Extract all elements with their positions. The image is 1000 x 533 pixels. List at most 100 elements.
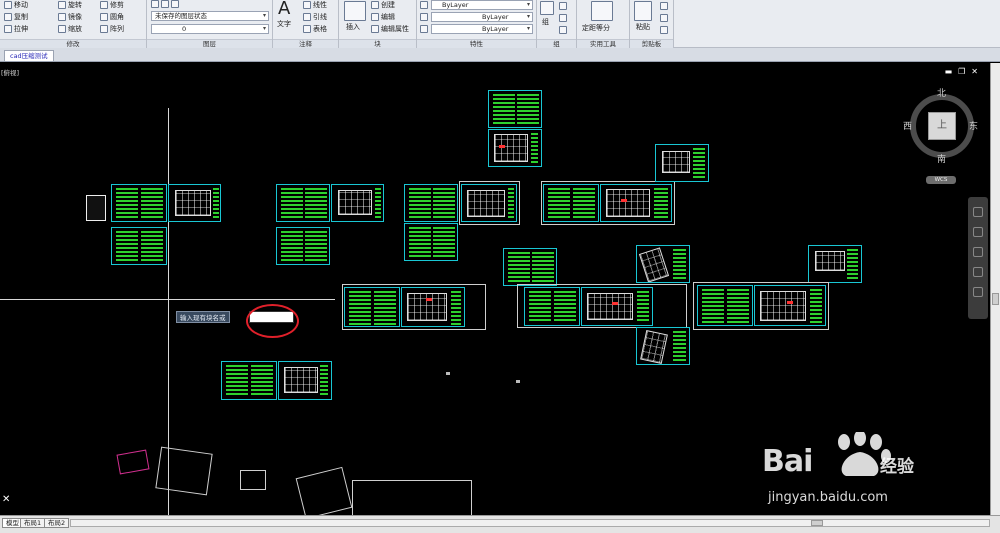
drawing-sheet[interactable] (276, 184, 330, 222)
drawing-sheet[interactable] (168, 184, 221, 222)
properties-panel-title[interactable]: 特性 (417, 39, 536, 48)
north-label[interactable]: 北 (937, 86, 946, 99)
table-tool[interactable]: 表格 (303, 24, 327, 34)
vertical-scrollbar[interactable] (990, 63, 1000, 515)
fillet-tool[interactable]: 圆角 (100, 12, 124, 22)
ungroup-icon[interactable] (559, 2, 567, 10)
drawing-sheet[interactable] (697, 285, 753, 326)
match-properties-icon[interactable] (420, 1, 428, 9)
drawing-sheet[interactable] (543, 184, 599, 222)
trim-tool[interactable]: 修剪 (100, 0, 124, 10)
annotation-panel-title[interactable]: 注释 (273, 39, 338, 48)
horizontal-scrollbar[interactable] (70, 519, 990, 527)
insert-block-icon[interactable] (344, 1, 366, 21)
south-label[interactable]: 南 (937, 152, 946, 165)
color-select[interactable]: ByLayer (431, 0, 533, 10)
west-label[interactable]: 西 (903, 119, 912, 132)
divide-label[interactable]: 定距等分 (582, 23, 610, 33)
document-tab[interactable]: cad压缩测试 (4, 50, 54, 61)
vertical-scroll-thumb[interactable] (992, 293, 999, 305)
drawing-sheet[interactable] (344, 287, 400, 327)
drawing-sheet[interactable] (488, 90, 542, 128)
drawing-sheet[interactable] (111, 184, 167, 222)
group-label[interactable]: 组 (542, 17, 549, 27)
layer-state-select[interactable]: 未保存的图层状态 (151, 11, 269, 21)
drawing-sheet[interactable] (404, 184, 458, 222)
tab-layout2[interactable]: 布局2 (44, 518, 70, 528)
drawing-sheet[interactable] (488, 129, 542, 167)
title-block[interactable] (86, 195, 106, 221)
mirror-tool[interactable]: 镜像 (58, 12, 82, 22)
group-panel-title[interactable]: 组 (537, 39, 576, 48)
edit-block-tool[interactable]: 编辑 (371, 12, 395, 22)
layer-isolate-icon[interactable] (171, 0, 179, 8)
drawing-sheet[interactable] (808, 245, 862, 283)
orbit-icon[interactable] (973, 267, 983, 277)
site-sketch[interactable] (240, 470, 266, 490)
layer-properties-icon[interactable] (151, 0, 159, 8)
drawing-sheet[interactable] (221, 361, 277, 400)
drawing-sheet[interactable] (401, 287, 465, 327)
leader-tool[interactable]: 引线 (303, 12, 327, 22)
east-label[interactable]: 东 (969, 119, 978, 132)
copy-clip-icon[interactable] (660, 14, 668, 22)
text-icon[interactable]: A (278, 0, 290, 18)
text-button-label[interactable]: 文字 (277, 19, 291, 29)
drawing-sheet[interactable] (636, 245, 690, 283)
scale-tool[interactable]: 缩放 (58, 24, 82, 34)
drawing-sheet[interactable] (503, 248, 557, 286)
drawing-sheet[interactable] (754, 285, 826, 326)
layers-panel-title[interactable]: 图层 (147, 39, 272, 48)
drawing-sheet[interactable] (524, 287, 580, 326)
command-line-close-icon[interactable]: ✕ (2, 494, 10, 505)
viewcube[interactable]: 上 北 南 东 西 (903, 89, 978, 165)
minimize-icon[interactable]: ▬ (945, 67, 953, 76)
drawing-sheet[interactable] (276, 227, 330, 265)
showmotion-icon[interactable] (973, 287, 983, 297)
current-layer-select[interactable]: 0 (151, 24, 269, 34)
restore-icon[interactable]: ❐ (958, 67, 965, 76)
cut-icon[interactable] (660, 2, 668, 10)
block-panel-title[interactable]: 块 (339, 39, 416, 48)
linear-dim-tool[interactable]: 线性 (303, 0, 327, 10)
lineweight-select[interactable]: ByLayer (431, 24, 533, 34)
zoom-icon[interactable] (973, 247, 983, 257)
stretch-tool[interactable]: 拉伸 (4, 24, 28, 34)
group-select-icon[interactable] (559, 26, 567, 34)
move-tool[interactable]: 移动 (4, 0, 28, 10)
array-tool[interactable]: 阵列 (100, 24, 124, 34)
drawing-sheet[interactable] (581, 287, 653, 326)
match-prop-clip-icon[interactable] (660, 26, 668, 34)
drawing-sheet[interactable] (331, 184, 384, 222)
wcs-menu[interactable]: WCS (926, 176, 956, 184)
linetype-select[interactable]: ByLayer (431, 12, 533, 22)
edit-attribute-tool[interactable]: 编辑属性 (371, 24, 409, 34)
drawing-sheet[interactable] (111, 227, 167, 265)
site-sketch[interactable] (155, 446, 213, 496)
pan-icon[interactable] (973, 227, 983, 237)
close-icon[interactable]: ✕ (971, 67, 978, 76)
steering-wheel-icon[interactable] (973, 207, 983, 217)
tab-layout1[interactable]: 布局1 (20, 518, 46, 528)
drawing-sheet[interactable] (404, 223, 458, 261)
insert-block-label[interactable]: 插入 (346, 22, 360, 32)
layer-off-icon[interactable] (161, 0, 169, 8)
group-icon[interactable] (540, 1, 554, 15)
drawing-sheet[interactable] (600, 184, 672, 222)
create-block-tool[interactable]: 创建 (371, 0, 395, 10)
utilities-panel-title[interactable]: 实用工具 (577, 39, 629, 48)
modify-panel-title[interactable]: 修改 (0, 39, 146, 48)
measure-icon[interactable] (591, 1, 613, 21)
site-sketch[interactable] (352, 480, 472, 516)
paste-icon[interactable] (634, 1, 652, 21)
viewcube-face[interactable]: 上 (928, 112, 956, 140)
drawing-sheet[interactable] (636, 327, 690, 365)
view-label[interactable]: [俯视] (1, 67, 19, 77)
horizontal-scroll-thumb[interactable] (811, 520, 823, 526)
rotate-tool[interactable]: 旋转 (58, 0, 82, 10)
drawing-sheet[interactable] (461, 184, 517, 222)
paste-label[interactable]: 粘贴 (636, 22, 650, 32)
drawing-sheet[interactable] (655, 144, 709, 182)
drawing-sheet[interactable] (278, 361, 332, 400)
group-edit-icon[interactable] (559, 14, 567, 22)
